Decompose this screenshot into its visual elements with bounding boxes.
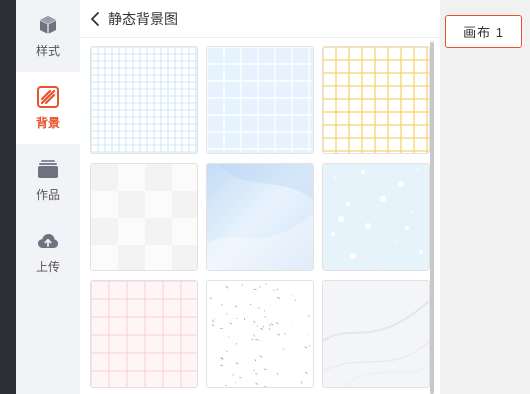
chevron-left-icon[interactable]	[88, 11, 102, 27]
panel-scrollbar[interactable]	[430, 40, 434, 394]
cloud-upload-icon	[36, 229, 60, 253]
sidebar-item-label: 背景	[35, 116, 60, 130]
sidebar-item-style[interactable]: 样式	[16, 0, 80, 72]
sidebar-item-background[interactable]: 背景	[16, 72, 80, 144]
sidebar-item-upload[interactable]: 上传	[16, 216, 80, 288]
thumbnail-blue-watercolor[interactable]	[206, 163, 314, 271]
thumbnail-fine-blue-grid[interactable]	[90, 46, 198, 154]
panel-title: 静态背景图	[108, 10, 178, 27]
sidebar-item-label: 作品	[35, 188, 60, 202]
cube-icon	[36, 13, 60, 37]
sidebar: 样式 背景 作品 上传	[16, 0, 80, 394]
thumbnail-pink-grid[interactable]	[90, 280, 198, 388]
panel-header: 静态背景图	[80, 0, 440, 38]
folder-stack-icon	[36, 157, 60, 181]
canvas-tab-button[interactable]: 画布 1	[445, 15, 522, 48]
background-icon	[36, 85, 60, 109]
scroll-thumb[interactable]	[430, 42, 434, 394]
thumbnail-light-blue-grid[interactable]	[206, 46, 314, 154]
thumbnail-speckled-paper[interactable]	[206, 280, 314, 388]
sidebar-item-works[interactable]: 作品	[16, 144, 80, 216]
sidebar-item-label: 上传	[35, 260, 60, 274]
thumbnail-white-checker[interactable]	[90, 163, 198, 271]
background-panel: 静态背景图	[80, 0, 440, 394]
thumbnail-marble-white[interactable]	[322, 280, 430, 388]
background-app-strip	[0, 0, 16, 394]
thumbnail-blue-dots[interactable]	[322, 163, 430, 271]
sidebar-item-label: 样式	[35, 44, 60, 58]
thumbnail-yellow-grid[interactable]	[322, 46, 430, 154]
